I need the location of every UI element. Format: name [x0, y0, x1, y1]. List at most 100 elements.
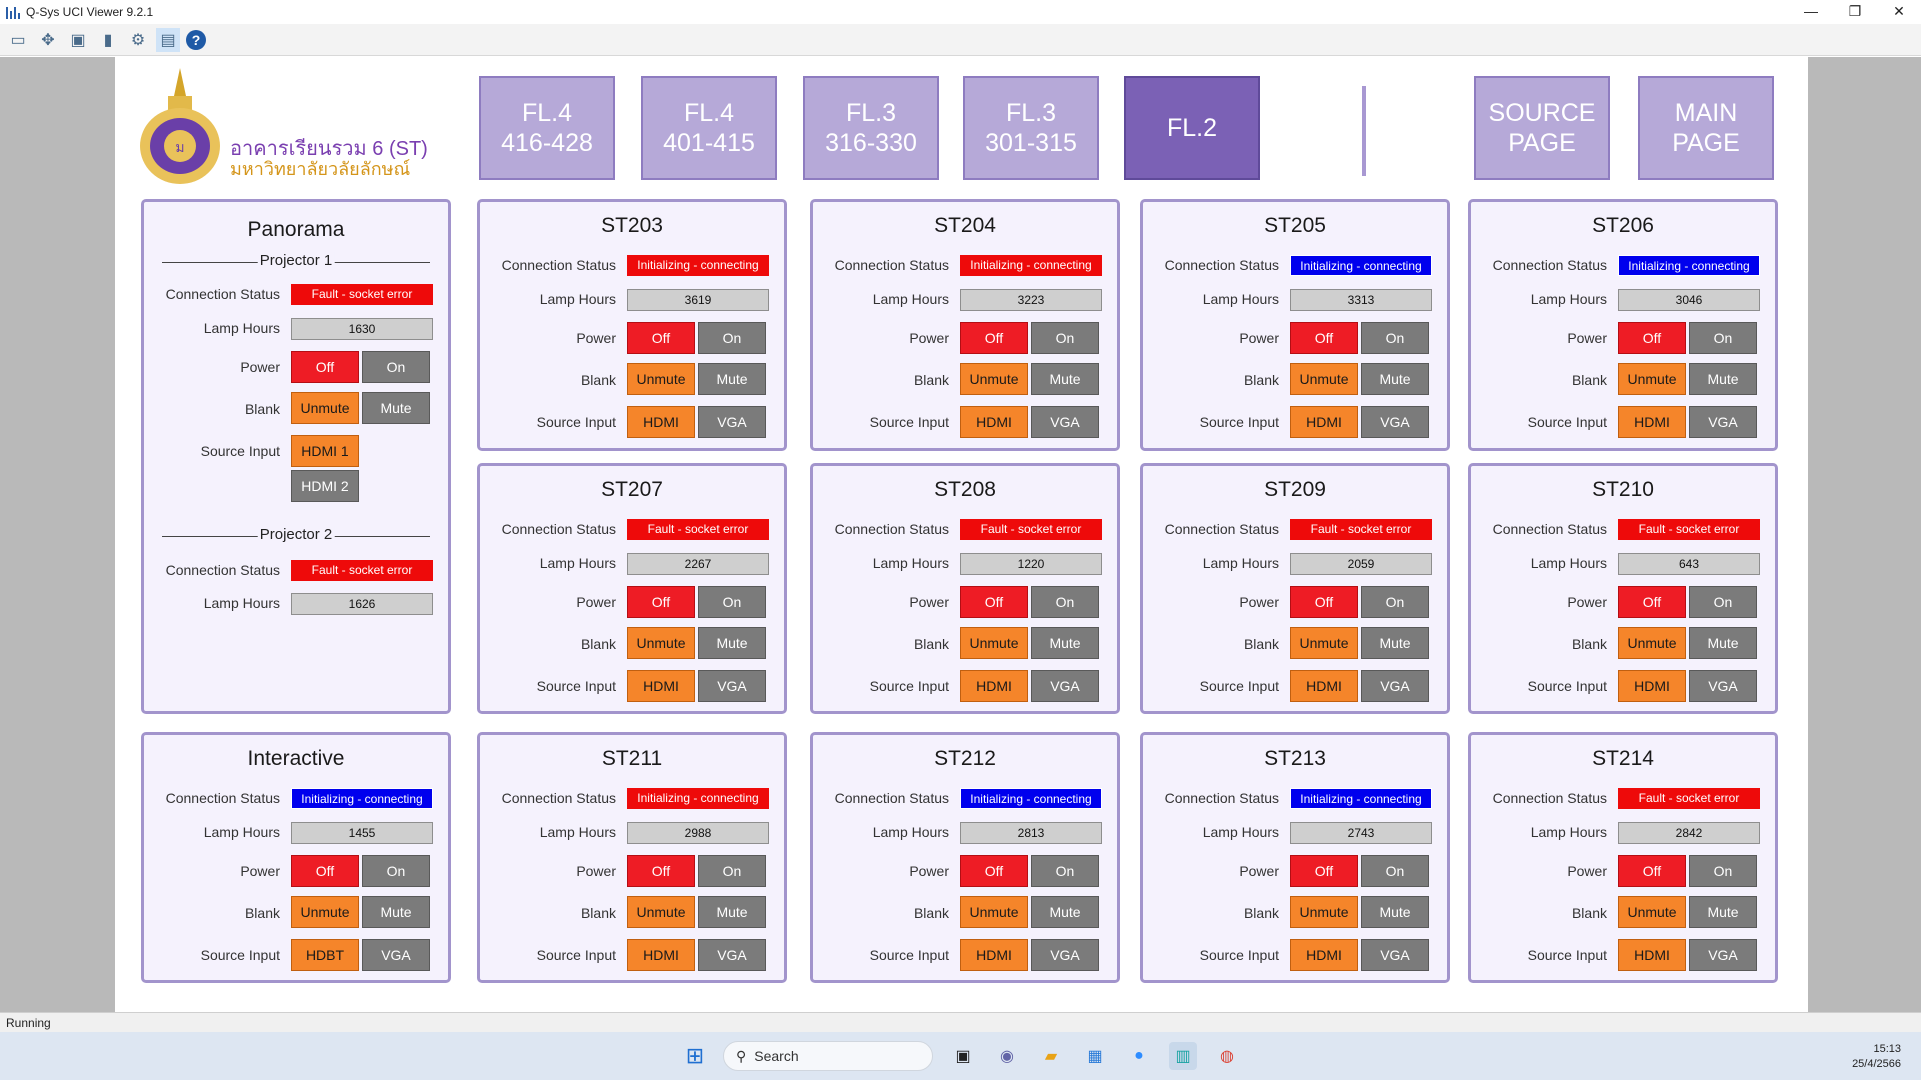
- power-on-button[interactable]: On: [1361, 322, 1429, 354]
- mute-button[interactable]: Mute: [1689, 627, 1757, 659]
- power-off-button[interactable]: Off: [1618, 855, 1686, 887]
- source-vga-button[interactable]: VGA: [698, 670, 766, 702]
- power-on-button[interactable]: On: [698, 855, 766, 887]
- unmute-button[interactable]: Unmute: [1618, 627, 1686, 659]
- unmute-button[interactable]: Unmute: [1290, 896, 1358, 928]
- source-vga-button[interactable]: VGA: [1361, 939, 1429, 971]
- nav-fl3-316-330[interactable]: FL.3 316-330: [803, 76, 939, 180]
- mute-button[interactable]: Mute: [1689, 363, 1757, 395]
- source-hdmi2-button[interactable]: HDMI 2: [291, 470, 359, 502]
- source-vga-button[interactable]: VGA: [362, 939, 430, 971]
- power-on-button[interactable]: On: [362, 351, 430, 383]
- source-vga-button[interactable]: VGA: [1361, 406, 1429, 438]
- unmute-button[interactable]: Unmute: [291, 392, 359, 424]
- power-on-button[interactable]: On: [1031, 855, 1099, 887]
- source-hdmi-button[interactable]: HDMI: [627, 939, 695, 971]
- power-off-button[interactable]: Off: [627, 855, 695, 887]
- unmute-button[interactable]: Unmute: [960, 363, 1028, 395]
- zoom-icon[interactable]: ●: [1125, 1042, 1153, 1070]
- source-hdmi-button[interactable]: HDMI: [960, 670, 1028, 702]
- nav-fl2[interactable]: FL.2: [1124, 76, 1260, 180]
- power-on-button[interactable]: On: [1689, 586, 1757, 618]
- source-vga-button[interactable]: VGA: [1031, 670, 1099, 702]
- unmute-button[interactable]: Unmute: [1618, 363, 1686, 395]
- source-hdmi-button[interactable]: HDMI: [1290, 670, 1358, 702]
- nav-source-page[interactable]: SOURCE PAGE: [1474, 76, 1610, 180]
- power-off-button[interactable]: Off: [1290, 586, 1358, 618]
- image-icon[interactable]: ▣: [66, 28, 90, 52]
- power-off-button[interactable]: Off: [960, 586, 1028, 618]
- unmute-button[interactable]: Unmute: [291, 896, 359, 928]
- fit-icon[interactable]: ✥: [36, 28, 60, 52]
- source-hdmi-button[interactable]: HDMI: [627, 406, 695, 438]
- unmute-button[interactable]: Unmute: [1290, 363, 1358, 395]
- panel-icon[interactable]: ▭: [6, 28, 30, 52]
- source-hdmi-button[interactable]: HDMI: [1290, 939, 1358, 971]
- settings-icon[interactable]: ⚙: [126, 28, 150, 52]
- mute-button[interactable]: Mute: [1689, 896, 1757, 928]
- source-vga-button[interactable]: VGA: [1689, 406, 1757, 438]
- nav-fl3-301-315[interactable]: FL.3 301-315: [963, 76, 1099, 180]
- file-explorer-icon[interactable]: ▰: [1037, 1042, 1065, 1070]
- nav-fl4-401-415[interactable]: FL.4 401-415: [641, 76, 777, 180]
- source-hdmi-button[interactable]: HDMI: [1618, 670, 1686, 702]
- mute-button[interactable]: Mute: [1031, 363, 1099, 395]
- power-on-button[interactable]: On: [1689, 322, 1757, 354]
- unmute-button[interactable]: Unmute: [960, 896, 1028, 928]
- taskbar-search[interactable]: ⚲ Search: [723, 1041, 933, 1071]
- source-vga-button[interactable]: VGA: [1689, 670, 1757, 702]
- mute-button[interactable]: Mute: [1031, 896, 1099, 928]
- mute-button[interactable]: Mute: [698, 363, 766, 395]
- power-off-button[interactable]: Off: [1618, 586, 1686, 618]
- power-off-button[interactable]: Off: [627, 586, 695, 618]
- power-off-button[interactable]: Off: [291, 351, 359, 383]
- mute-button[interactable]: Mute: [1361, 627, 1429, 659]
- nav-main-page[interactable]: MAIN PAGE: [1638, 76, 1774, 180]
- source-hdmi-button[interactable]: HDMI: [1618, 939, 1686, 971]
- power-off-button[interactable]: Off: [1290, 855, 1358, 887]
- teams-icon[interactable]: ◉: [993, 1042, 1021, 1070]
- power-on-button[interactable]: On: [1031, 322, 1099, 354]
- chrome-icon[interactable]: ◍: [1213, 1042, 1241, 1070]
- maximize-button[interactable]: ❐: [1833, 0, 1877, 24]
- mute-button[interactable]: Mute: [362, 896, 430, 928]
- close-button[interactable]: ✕: [1877, 0, 1921, 24]
- start-icon[interactable]: ⊞: [681, 1042, 709, 1070]
- power-off-button[interactable]: Off: [1290, 322, 1358, 354]
- source-vga-button[interactable]: VGA: [698, 406, 766, 438]
- power-off-button[interactable]: Off: [1618, 322, 1686, 354]
- power-on-button[interactable]: On: [1689, 855, 1757, 887]
- source-hdmi-button[interactable]: HDMI: [1618, 406, 1686, 438]
- power-on-button[interactable]: On: [362, 855, 430, 887]
- power-on-button[interactable]: On: [1361, 855, 1429, 887]
- nav-fl4-416-428[interactable]: FL.4 416-428: [479, 76, 615, 180]
- power-on-button[interactable]: On: [698, 322, 766, 354]
- power-off-button[interactable]: Off: [627, 322, 695, 354]
- book-icon[interactable]: ▮: [96, 28, 120, 52]
- unmute-button[interactable]: Unmute: [627, 363, 695, 395]
- power-off-button[interactable]: Off: [291, 855, 359, 887]
- power-on-button[interactable]: On: [1361, 586, 1429, 618]
- source-hdmi-button[interactable]: HDMI: [960, 939, 1028, 971]
- mute-button[interactable]: Mute: [698, 627, 766, 659]
- source-hdbt-button[interactable]: HDBT: [291, 939, 359, 971]
- power-on-button[interactable]: On: [698, 586, 766, 618]
- source-hdmi1-button[interactable]: HDMI 1: [291, 435, 359, 467]
- source-vga-button[interactable]: VGA: [1689, 939, 1757, 971]
- mute-button[interactable]: Mute: [1361, 363, 1429, 395]
- mute-button[interactable]: Mute: [1031, 627, 1099, 659]
- task-view-icon[interactable]: ▣: [949, 1042, 977, 1070]
- source-vga-button[interactable]: VGA: [1031, 939, 1099, 971]
- unmute-button[interactable]: Unmute: [960, 627, 1028, 659]
- help-icon[interactable]: ?: [186, 29, 206, 50]
- mute-button[interactable]: Mute: [1361, 896, 1429, 928]
- qsys-taskbar-icon[interactable]: ▥: [1169, 1042, 1197, 1070]
- unmute-button[interactable]: Unmute: [1618, 896, 1686, 928]
- source-hdmi-button[interactable]: HDMI: [1290, 406, 1358, 438]
- source-hdmi-button[interactable]: HDMI: [960, 406, 1028, 438]
- store-icon[interactable]: ▦: [1081, 1042, 1109, 1070]
- mute-button[interactable]: Mute: [698, 896, 766, 928]
- mute-button[interactable]: Mute: [362, 392, 430, 424]
- source-vga-button[interactable]: VGA: [698, 939, 766, 971]
- source-hdmi-button[interactable]: HDMI: [627, 670, 695, 702]
